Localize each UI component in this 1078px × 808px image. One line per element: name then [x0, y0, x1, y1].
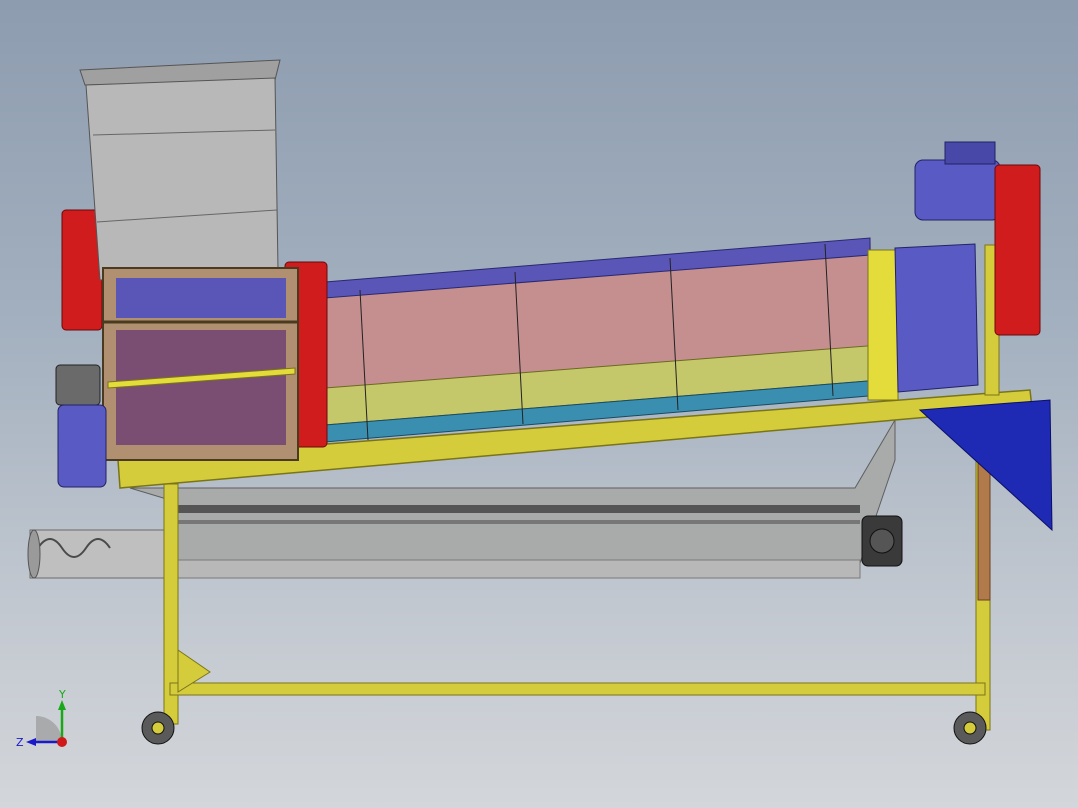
- left-motor-body: [57, 404, 107, 488]
- right-caster: [953, 711, 987, 745]
- triad-y-label: Y: [58, 688, 66, 701]
- crusher-window-bottom: [116, 330, 286, 445]
- cad-viewport[interactable]: Y Z: [0, 0, 1078, 808]
- screw-conveyor: [27, 529, 171, 579]
- triad-y-arrow: [58, 700, 66, 710]
- triad-z-arrow: [26, 738, 36, 746]
- right-motor-body: [914, 159, 1001, 221]
- triad-origin: [57, 737, 67, 747]
- bottom-crossbar: [169, 682, 986, 696]
- coordinate-triad: Y Z: [16, 688, 67, 749]
- tank-rim: [170, 505, 860, 513]
- right-belt-guard: [994, 164, 1041, 336]
- feed-hopper: [79, 59, 281, 281]
- crusher-window-top: [116, 278, 286, 318]
- tank-bottom: [169, 559, 861, 579]
- left-caster-hub: [151, 721, 165, 735]
- right-housing: [894, 243, 979, 393]
- left-caster: [141, 711, 175, 745]
- triad-quadrant: [36, 716, 62, 742]
- right-caster-hub: [963, 721, 977, 735]
- triad-z-label: Z: [16, 736, 24, 749]
- screw-end-cap: [27, 529, 41, 579]
- hopper-body: [85, 77, 279, 281]
- screw-conveyor-tube: [29, 529, 171, 579]
- machine-drawing: Y Z: [16, 59, 1053, 749]
- gear-reducer-shaft: [869, 528, 895, 554]
- left-motor: [55, 364, 107, 488]
- tank-rim-inner: [170, 520, 860, 524]
- drum-end-flange: [867, 249, 899, 401]
- left-gearbox: [55, 364, 101, 406]
- crusher-box: [102, 267, 299, 461]
- right-motor-terminal-box: [944, 141, 996, 165]
- tank-gear-reducer: [861, 515, 903, 567]
